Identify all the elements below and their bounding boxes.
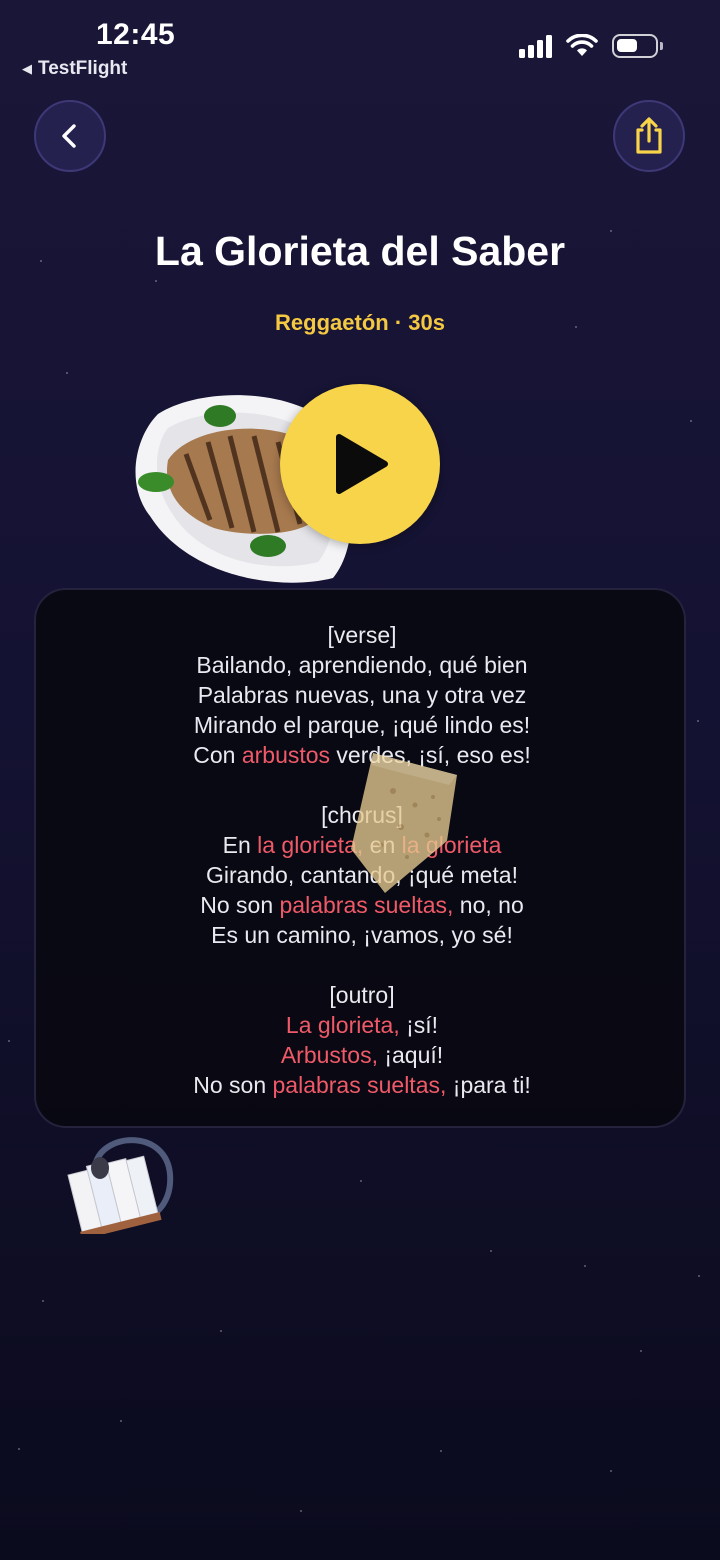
lyrics-highlighted-word: palabras sueltas, <box>279 892 454 918</box>
play-icon <box>336 434 388 494</box>
lyrics-highlighted-word: La glorieta, <box>285 1012 400 1038</box>
play-button[interactable] <box>280 384 440 544</box>
lyrics-highlighted-word: Arbustos, <box>280 1042 378 1068</box>
status-time: 12:45 <box>96 18 176 51</box>
lyrics-line: Arbustos, ¡aquí! <box>36 1040 688 1070</box>
lyrics-line: No son palabras sueltas, ¡para ti! <box>36 1070 688 1100</box>
battery-icon <box>612 34 663 58</box>
lyrics-line: Es un camino, ¡vamos, yo sé! <box>36 920 688 950</box>
lyrics-text-segment: Es un camino, ¡vamos, yo sé! <box>211 922 513 948</box>
lyrics-text-segment: [verse] <box>327 622 397 648</box>
lyrics-line: Palabras nuevas, una y otra vez <box>36 680 688 710</box>
lyrics-highlighted-word: palabras sueltas, <box>272 1072 447 1098</box>
signal-icon <box>519 34 552 58</box>
lyrics-text-segment: no, no <box>453 892 524 918</box>
cheese-slice-sticker <box>351 753 457 893</box>
lyrics-highlighted-word: arbustos <box>241 742 331 768</box>
back-triangle-icon: ◀ <box>22 61 32 76</box>
back-button[interactable] <box>34 100 106 172</box>
lyrics-line: Mirando el parque, ¡qué lindo es! <box>36 710 688 740</box>
lyrics-text-segment: Con <box>193 742 242 768</box>
lyrics-gap <box>36 950 688 980</box>
lyrics-text-segment: Bailando, aprendiendo, qué bien <box>196 652 528 678</box>
lyrics-line: [outro] <box>36 980 688 1010</box>
share-icon <box>636 117 662 154</box>
lyrics-line: [verse] <box>36 620 688 650</box>
lyrics-text-segment: ¡para ti! <box>446 1072 531 1098</box>
lyrics-text-segment: En <box>222 832 258 858</box>
wifi-icon <box>566 34 598 56</box>
lyrics-text-segment: No son <box>193 1072 273 1098</box>
back-to-app-link[interactable]: ◀ TestFlight <box>22 58 127 80</box>
books-headphones-sticker <box>67 1137 174 1234</box>
lyrics-text-segment: ¡sí! <box>399 1012 439 1038</box>
lyrics-text-segment: Palabras nuevas, una y otra vez <box>197 682 527 708</box>
share-button[interactable] <box>613 100 685 172</box>
song-title: La Glorieta del Saber <box>154 228 566 274</box>
lyrics-text-segment: [outro] <box>329 982 395 1008</box>
lyrics-text-segment: No son <box>200 892 280 918</box>
lyrics-text-segment: Mirando el parque, ¡qué lindo es! <box>193 712 531 738</box>
status-bar: 12:45 ◀ TestFlight <box>0 0 720 90</box>
lyrics-line: Bailando, aprendiendo, qué bien <box>36 650 688 680</box>
song-genre-duration: Reggaetón · 30s <box>275 310 445 335</box>
lyrics-text-segment: ¡aquí! <box>377 1042 444 1068</box>
lyrics-line: La glorieta, ¡sí! <box>36 1010 688 1040</box>
chevron-left-icon <box>62 124 76 148</box>
back-app-label: TestFlight <box>38 58 128 79</box>
